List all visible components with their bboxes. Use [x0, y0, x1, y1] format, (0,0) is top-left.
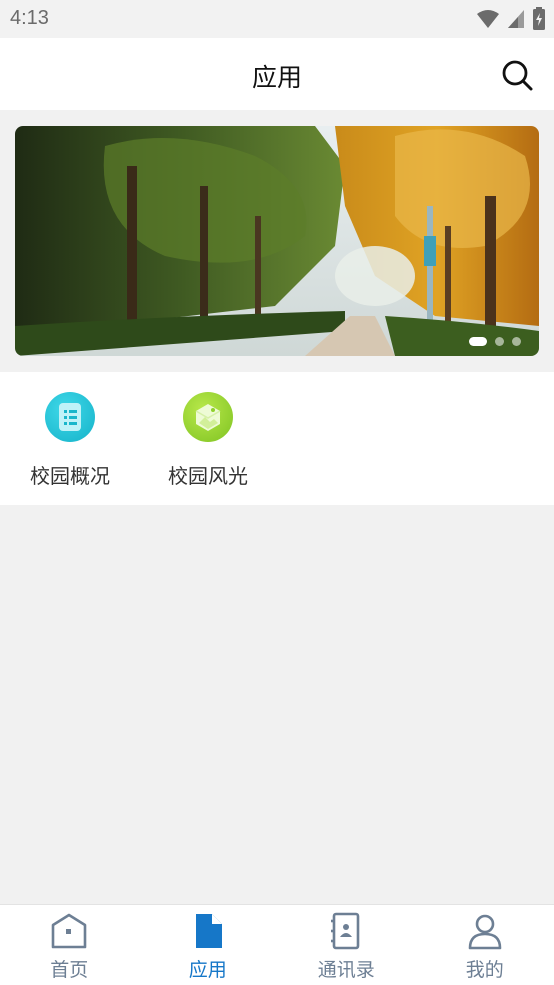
status-icons	[476, 7, 546, 31]
app-campus-overview[interactable]: 校园概况	[0, 392, 140, 489]
banner-section	[0, 110, 554, 372]
contacts-book-icon	[326, 911, 366, 951]
nav-item-home[interactable]: 首页	[0, 905, 139, 985]
page-title: 应用	[0, 58, 554, 94]
carousel-indicator	[469, 337, 521, 346]
nav-label: 通讯录	[277, 955, 416, 982]
app-header: 应用	[0, 38, 554, 110]
app-label: 校园风光	[138, 460, 278, 489]
bottom-nav: 首页 应用 通讯录 我的	[0, 904, 554, 985]
battery-icon	[532, 7, 546, 31]
app-campus-scenery[interactable]: 校园风光	[138, 392, 278, 489]
carousel-dot[interactable]	[469, 337, 487, 346]
status-time: 4:13	[10, 7, 49, 30]
user-icon	[465, 911, 505, 951]
nav-item-me[interactable]: 我的	[416, 905, 554, 985]
carousel-dot[interactable]	[495, 337, 504, 346]
cube-photo-icon	[183, 392, 233, 442]
banner-carousel[interactable]	[15, 126, 539, 356]
signal-icon	[506, 8, 526, 30]
campus-scenery-image	[15, 126, 539, 356]
list-document-icon	[45, 392, 95, 442]
status-bar: 4:13	[0, 0, 554, 38]
document-icon	[188, 911, 228, 951]
app-label: 校园概况	[0, 460, 140, 489]
apps-grid: 校园概况 校园风光	[0, 372, 554, 505]
home-icon	[49, 911, 89, 951]
search-icon[interactable]	[500, 58, 534, 92]
nav-label: 我的	[416, 955, 554, 982]
carousel-dot[interactable]	[512, 337, 521, 346]
nav-item-apps[interactable]: 应用	[139, 905, 278, 985]
nav-item-contacts[interactable]: 通讯录	[277, 905, 416, 985]
nav-label: 首页	[0, 955, 139, 982]
wifi-icon	[476, 8, 500, 30]
nav-label: 应用	[139, 955, 278, 982]
